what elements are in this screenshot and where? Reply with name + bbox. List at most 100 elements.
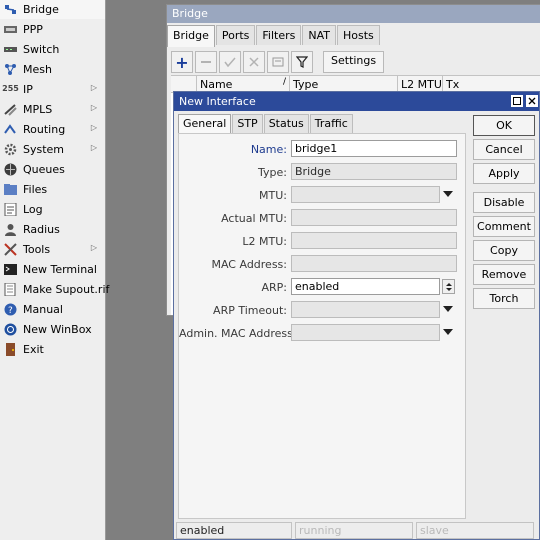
- sidebar-item-bridge[interactable]: Bridge: [0, 0, 105, 19]
- sidebar-item-queues[interactable]: Queues: [0, 159, 105, 179]
- sidebar-item-radius[interactable]: Radius: [0, 219, 105, 239]
- mtu-label: MTU:: [259, 189, 287, 202]
- submenu-arrow-icon: ▷: [90, 83, 97, 92]
- tab-filters[interactable]: Filters: [256, 25, 302, 45]
- form-row-mtu: MTU:: [179, 186, 467, 204]
- enable-button[interactable]: [219, 51, 241, 73]
- sidebar-item-label: IP: [23, 82, 33, 96]
- add-button[interactable]: +: [171, 51, 193, 73]
- form-row-actual-mtu: Actual MTU:: [179, 209, 467, 227]
- arp-select[interactable]: enabled: [291, 278, 440, 295]
- sidebar-item-files[interactable]: Files: [0, 179, 105, 199]
- add-icon: +: [175, 52, 189, 72]
- arp-timeout-dropdown-icon[interactable]: [443, 306, 453, 312]
- tab-traffic[interactable]: Traffic: [309, 114, 353, 133]
- bridge-toolbar: + Settings: [167, 49, 540, 75]
- admin-mac-dropdown-icon[interactable]: [443, 329, 453, 335]
- winbox-icon: [4, 323, 17, 336]
- disable-button[interactable]: [243, 51, 265, 73]
- sidebar-item-switch[interactable]: Switch: [0, 39, 105, 59]
- sidebar-item-label: Make Supout.rif: [23, 282, 110, 296]
- remove-button[interactable]: [195, 51, 217, 73]
- sidebar-item-ppp[interactable]: PPP: [0, 19, 105, 39]
- close-icon: [528, 97, 536, 105]
- admin-mac-field[interactable]: [291, 324, 440, 341]
- form-row-admin-mac: Admin. MAC Address:: [179, 324, 467, 342]
- sidebar-item-label: Queues: [23, 162, 65, 176]
- sidebar-item-make-supout[interactable]: Make Supout.rif: [0, 279, 109, 299]
- form-row-arp: ARP: enabled: [179, 278, 467, 296]
- sidebar-item-mpls[interactable]: MPLS ▷: [0, 99, 105, 119]
- maximize-button[interactable]: [511, 95, 523, 107]
- tab-general[interactable]: General: [178, 114, 232, 134]
- torch-button[interactable]: Torch: [473, 288, 535, 309]
- sidebar-item-exit[interactable]: Exit: [0, 339, 105, 359]
- tab-ports[interactable]: Ports: [215, 25, 256, 45]
- tab-bridge[interactable]: Bridge: [167, 25, 215, 47]
- mtu-field[interactable]: [291, 186, 440, 203]
- column-l2mtu[interactable]: L2 MTU: [398, 76, 443, 92]
- sidebar-item-new-winbox[interactable]: New WinBox: [0, 319, 105, 339]
- column-tx[interactable]: Tx: [443, 76, 523, 92]
- submenu-arrow-icon: ▷: [90, 123, 97, 132]
- sidebar-item-label: New Terminal: [23, 262, 97, 276]
- disable-button[interactable]: Disable: [473, 192, 535, 213]
- sidebar-item-system[interactable]: System ▷: [0, 139, 105, 159]
- mac-address-field: [291, 255, 457, 272]
- remove-button[interactable]: Remove: [473, 264, 535, 285]
- arp-label: ARP:: [261, 281, 287, 294]
- actual-mtu-field: [291, 209, 457, 226]
- mtu-dropdown-icon[interactable]: [443, 191, 453, 197]
- submenu-arrow-icon: ▷: [90, 143, 97, 152]
- remove-icon: [201, 61, 211, 63]
- sidebar-item-routing[interactable]: Routing ▷: [0, 119, 105, 139]
- column-label: Name: [200, 78, 233, 91]
- comment-icon: [272, 57, 284, 67]
- new-interface-dialog: New Interface General STP Status Traffic…: [173, 91, 540, 540]
- sidebar-item-manual[interactable]: ? Manual: [0, 299, 105, 319]
- tab-stp[interactable]: STP: [232, 114, 263, 133]
- radius-icon: [4, 223, 17, 236]
- name-label: Name:: [250, 143, 287, 156]
- sidebar-item-mesh[interactable]: Mesh: [0, 59, 105, 79]
- close-button[interactable]: [526, 95, 538, 107]
- column-type[interactable]: Type: [290, 76, 398, 92]
- arp-spinner-icon[interactable]: [442, 279, 455, 294]
- dialog-title: New Interface: [179, 95, 256, 108]
- sidebar-item-tools[interactable]: Tools ▷: [0, 239, 105, 259]
- comment-button[interactable]: Comment: [473, 216, 535, 237]
- tab-hosts[interactable]: Hosts: [337, 25, 380, 45]
- ppp-icon: [4, 23, 17, 36]
- name-input[interactable]: bridge1: [291, 140, 457, 157]
- sidebar-item-label: Radius: [23, 222, 60, 236]
- copy-button[interactable]: Copy: [473, 240, 535, 261]
- comment-button[interactable]: [267, 51, 289, 73]
- l2-mtu-field: [291, 232, 457, 249]
- tab-status[interactable]: Status: [263, 114, 309, 133]
- tab-nat[interactable]: NAT: [302, 25, 337, 45]
- sidebar-item-new-terminal[interactable]: New Terminal: [0, 259, 105, 279]
- form-row-mac-address: MAC Address:: [179, 255, 467, 273]
- ok-button[interactable]: OK: [473, 115, 535, 136]
- form-row-l2-mtu: L2 MTU:: [179, 232, 467, 250]
- bridge-window-title[interactable]: Bridge: [167, 5, 540, 23]
- l2-mtu-label: L2 MTU:: [242, 235, 287, 248]
- sidebar-item-label: MPLS: [23, 102, 53, 116]
- sidebar-item-log[interactable]: Log: [0, 199, 105, 219]
- settings-button[interactable]: Settings: [323, 51, 385, 73]
- routing-icon: [4, 123, 17, 136]
- arp-timeout-field[interactable]: [291, 301, 440, 318]
- column-flags: [171, 76, 197, 92]
- sidebar-item-label: New WinBox: [23, 322, 92, 336]
- filter-button[interactable]: [291, 51, 313, 73]
- type-label: Type:: [258, 166, 287, 179]
- column-name[interactable]: Name /: [197, 76, 290, 92]
- sidebar-menu: Bridge PPP Switch Mesh 255 IP ▷ MPLS ▷ R…: [0, 0, 109, 540]
- apply-button[interactable]: Apply: [473, 163, 535, 184]
- cancel-button[interactable]: Cancel: [473, 139, 535, 160]
- dialog-titlebar[interactable]: New Interface: [174, 92, 539, 111]
- svg-text:?: ?: [8, 306, 13, 316]
- sidebar-item-ip[interactable]: 255 IP ▷: [0, 79, 105, 99]
- help-icon: ?: [4, 303, 17, 316]
- general-form: Name: bridge1 Type: Bridge MTU: Actual M…: [178, 133, 466, 519]
